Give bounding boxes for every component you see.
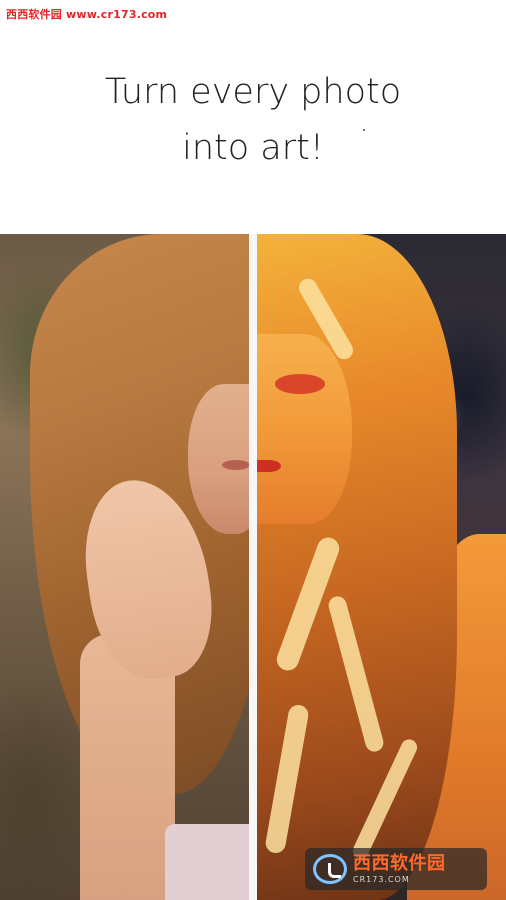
badge-subtitle: CR173.COM: [353, 874, 410, 884]
badge-text: 西西软件园 CR173.COM: [353, 852, 446, 884]
art-face: [257, 334, 352, 524]
art-lips: [257, 460, 281, 472]
original-shirt: [165, 824, 249, 900]
watermark-text: 西西软件园 www.cr173.com: [6, 8, 168, 21]
headline-line-1: Turn every photo: [104, 72, 402, 112]
before-after-comparison: [0, 234, 506, 900]
headline: Turn every photo into art!: [0, 64, 506, 176]
watermark-badge: 西西软件园 CR173.COM: [305, 848, 487, 890]
comparison-divider: [249, 234, 257, 900]
promo-screen: 西西软件园 www.cr173.com Turn every photo int…: [0, 0, 506, 900]
badge-title: 西西软件园: [353, 852, 446, 874]
art-eye: [275, 374, 325, 394]
headline-line-2: into art!: [182, 128, 324, 168]
decorative-dot: [363, 129, 365, 131]
original-photo: [0, 234, 270, 900]
site-logo-icon: [313, 854, 347, 884]
art-photo: [257, 234, 506, 900]
original-lips: [222, 460, 250, 470]
